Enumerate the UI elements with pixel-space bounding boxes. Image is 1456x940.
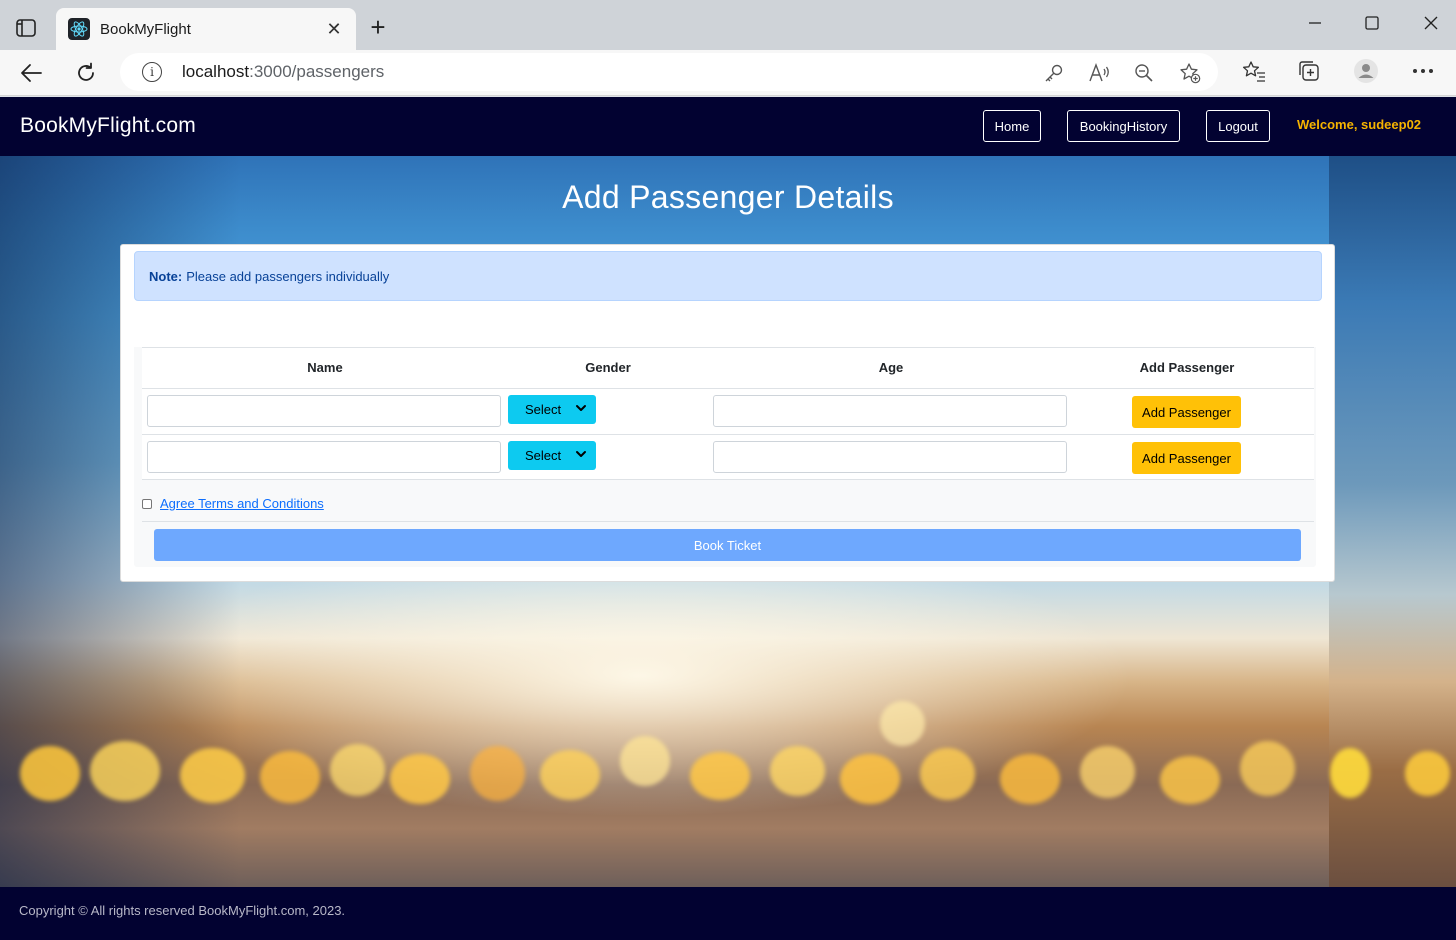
- terms-checkbox[interactable]: [142, 498, 152, 509]
- bokeh-light: [1000, 754, 1060, 804]
- collections-icon[interactable]: [1295, 57, 1323, 85]
- bokeh-light: [880, 701, 925, 746]
- table-row: Select Add Passenger: [142, 434, 1314, 480]
- column-header-age: Age: [878, 360, 904, 375]
- bokeh-light: [20, 746, 80, 801]
- book-ticket-footer: Book Ticket: [142, 521, 1314, 567]
- react-favicon-icon: [68, 18, 90, 40]
- more-icon[interactable]: [1409, 57, 1437, 85]
- age-input[interactable]: [713, 395, 1067, 427]
- column-header-name: Name: [307, 360, 343, 375]
- chevron-down-icon: [575, 448, 587, 460]
- site-brand[interactable]: BookMyFlight.com: [20, 114, 196, 138]
- close-icon[interactable]: ✕: [324, 19, 344, 40]
- address-bar-row: i localhost:3000/passengers: [0, 50, 1456, 96]
- passenger-card: Note: Please add passengers individually…: [120, 244, 1335, 582]
- info-icon[interactable]: i: [142, 62, 162, 82]
- name-input[interactable]: [147, 441, 501, 473]
- profile-icon[interactable]: [1352, 57, 1380, 85]
- address-bar[interactable]: i localhost:3000/passengers: [120, 53, 1218, 91]
- site-navbar: BookMyFlight.com Home BookingHistory Log…: [0, 97, 1456, 156]
- maximize-icon[interactable]: [1357, 10, 1387, 36]
- terms-link[interactable]: Agree Terms and Conditions: [160, 496, 324, 511]
- note-alert: Note: Please add passengers individually: [134, 251, 1322, 301]
- plus-icon[interactable]: +: [364, 14, 392, 42]
- copyright-text: Copyright © All rights reserved BookMyFl…: [19, 903, 346, 918]
- bokeh-light: [920, 748, 975, 800]
- browser-tab-bar: BookMyFlight ✕ +: [0, 0, 1456, 50]
- passenger-table: Name Gender Age Add Passenger Select Add…: [142, 347, 1314, 480]
- bokeh-light: [90, 741, 160, 801]
- gender-select-value: Select: [525, 402, 562, 417]
- nav-booking-history-button[interactable]: BookingHistory: [1067, 110, 1180, 142]
- gender-select-value: Select: [525, 448, 562, 463]
- add-passenger-button[interactable]: Add Passenger: [1132, 396, 1241, 428]
- site-footer: Copyright © All rights reserved BookMyFl…: [0, 887, 1456, 940]
- tab-title: BookMyFlight: [100, 20, 191, 38]
- bokeh-light: [1240, 741, 1295, 796]
- bokeh-light: [540, 750, 600, 800]
- url-path: :3000/passengers: [249, 62, 385, 81]
- welcome-text: Welcome, sudeep02: [1297, 117, 1422, 132]
- column-header-add-passenger: Add Passenger: [1139, 360, 1235, 375]
- bokeh-light: [1330, 748, 1370, 798]
- form-top-spacer: [134, 313, 1316, 347]
- nav-logout-button[interactable]: Logout: [1206, 110, 1270, 142]
- passenger-form: Name Gender Age Add Passenger Select Add…: [134, 313, 1316, 567]
- bokeh-light: [770, 746, 825, 796]
- add-passenger-button[interactable]: Add Passenger: [1132, 442, 1241, 474]
- nav-home-button[interactable]: Home: [983, 110, 1041, 142]
- book-ticket-button[interactable]: Book Ticket: [154, 529, 1301, 561]
- bokeh-light: [1405, 751, 1450, 796]
- tab-actions-icon[interactable]: [12, 14, 40, 42]
- column-header-gender: Gender: [585, 360, 631, 375]
- read-aloud-icon[interactable]: [1088, 61, 1112, 85]
- page-title: Add Passenger Details: [562, 179, 894, 215]
- age-input[interactable]: [713, 441, 1067, 473]
- gender-select[interactable]: Select: [508, 395, 596, 424]
- bokeh-light: [180, 748, 245, 803]
- zoom-out-icon[interactable]: [1132, 61, 1156, 85]
- bokeh-light: [620, 736, 670, 786]
- note-text: Please add passengers individually: [186, 268, 390, 284]
- bokeh-light: [470, 746, 525, 801]
- chevron-down-icon: [575, 402, 587, 414]
- bokeh-light: [1080, 746, 1135, 798]
- name-input[interactable]: [147, 395, 501, 427]
- browser-tab[interactable]: BookMyFlight ✕: [56, 8, 356, 50]
- bokeh-light: [390, 754, 450, 804]
- web-page: BookMyFlight.com Home BookingHistory Log…: [0, 97, 1456, 940]
- bokeh-light: [330, 744, 385, 796]
- url-text[interactable]: localhost:3000/passengers: [182, 62, 384, 82]
- add-favorite-icon[interactable]: [1178, 61, 1202, 85]
- gender-select[interactable]: Select: [508, 441, 596, 470]
- minimize-icon[interactable]: [1300, 10, 1330, 36]
- table-row: Select Add Passenger: [142, 388, 1314, 434]
- back-arrow-icon[interactable]: [16, 58, 46, 88]
- refresh-icon[interactable]: [71, 58, 101, 88]
- bokeh-light: [690, 752, 750, 800]
- bokeh-light: [1160, 756, 1220, 804]
- table-header-row: Name Gender Age Add Passenger: [142, 347, 1314, 388]
- window-close-icon[interactable]: [1416, 10, 1446, 36]
- key-icon[interactable]: [1042, 61, 1066, 85]
- favorites-icon[interactable]: [1240, 57, 1268, 85]
- url-host: localhost: [182, 62, 250, 81]
- terms-row: Agree Terms and Conditions: [142, 496, 324, 511]
- bokeh-light: [260, 751, 320, 803]
- bokeh-light: [840, 754, 900, 804]
- note-label: Note:: [149, 268, 183, 284]
